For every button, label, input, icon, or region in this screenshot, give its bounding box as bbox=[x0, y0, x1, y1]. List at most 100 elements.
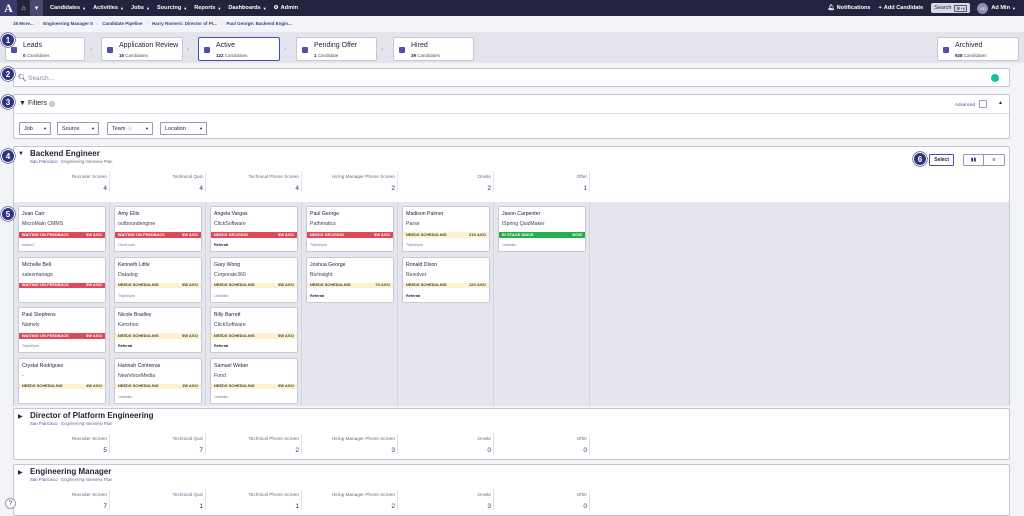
candidate-name: Angela Vargas bbox=[214, 211, 248, 217]
nav-activities[interactable]: Activities ▼ bbox=[93, 5, 124, 11]
stage-count: 1 Candidate bbox=[314, 52, 339, 58]
candidate-card[interactable]: Billy Barrett ClickSoftware NEEDS SCHEDULI… bbox=[210, 307, 298, 353]
candidate-card[interactable]: Ronald Dixon Resolver NEEDS SCHEDULING 12S … bbox=[402, 256, 490, 303]
user-menu[interactable]: Ad Min ▼ bbox=[991, 5, 1016, 11]
stage-hired[interactable]: Hired 39 Candidates bbox=[393, 37, 474, 61]
app-logo[interactable]: A bbox=[0, 0, 17, 16]
candidate-name: Samuel Weber bbox=[214, 362, 249, 369]
nav-reports[interactable]: Reports ▼ bbox=[194, 5, 221, 11]
breadcrumb-item[interactable]: 16 More... bbox=[13, 21, 34, 26]
stage-application-review[interactable]: Application Review 15 Candidates bbox=[101, 37, 183, 61]
stage-count[interactable]: 5 bbox=[14, 447, 107, 454]
candidate-card[interactable]: Kenneth Little Datadog NEEDS SCHEDULING 5W … bbox=[114, 256, 202, 303]
candidate-card[interactable]: Joshua George BizInsight NEEDS SCHEDULING 7… bbox=[306, 256, 394, 303]
avatar[interactable]: AD bbox=[977, 2, 989, 14]
stage-count[interactable]: 4 bbox=[206, 185, 299, 192]
candidate-card[interactable]: Gary Wong Corporate360 NEEDS SCHEDULING 5W … bbox=[210, 256, 298, 303]
job-title[interactable]: Engineering Manager bbox=[30, 467, 111, 476]
job-title[interactable]: Backend Engineer bbox=[30, 149, 100, 158]
candidate-card[interactable]: Samuel Weber Fond NEEDS SCHEDULING 5W AGO Li… bbox=[210, 357, 298, 404]
candidate-card[interactable]: Madison Palmer Parse NEEDS SCHEDULING 21S A… bbox=[402, 206, 490, 252]
stage-count[interactable]: 2 bbox=[206, 447, 299, 454]
stage-count[interactable]: 1 bbox=[110, 503, 203, 510]
chevron-down-icon: ▼ bbox=[217, 5, 222, 11]
breadcrumb-item[interactable]: Engineering Manager II bbox=[43, 21, 93, 26]
stage-count[interactable]: 4 bbox=[14, 185, 107, 192]
chevron-down-icon: ▼ bbox=[146, 5, 150, 11]
location-filter-dropdown[interactable]: Location ▼ bbox=[160, 122, 207, 135]
add-candidate-button[interactable]: + Add Candidate bbox=[879, 5, 924, 11]
candidate-card[interactable]: Paul Stephens Namely WAITING ON FEEDBACK 5W… bbox=[18, 307, 106, 353]
stage-count[interactable]: 2 bbox=[302, 503, 395, 510]
notifications-button[interactable]: 🔔︎ Notifications bbox=[828, 5, 871, 11]
job-subtitle: San Francisco · Engineering Interview Pl… bbox=[30, 159, 113, 164]
nav-candidates[interactable]: Candidates ▼ bbox=[50, 5, 86, 11]
advanced-toggle[interactable]: Advanced bbox=[955, 100, 987, 108]
stage-count[interactable]: 2 bbox=[398, 185, 491, 192]
candidate-card[interactable]: Hannah Contreras NewVoiceMedia NEEDS SCHED… bbox=[114, 357, 202, 404]
global-search-button[interactable]: Search ⌘+K bbox=[931, 3, 971, 13]
stage-columns: Recruiter Screen 4 Technical Quiz 4 Techni… bbox=[14, 171, 1011, 192]
board-column: Amy Ellis outboundengine WAITING ON FEEDBA… bbox=[110, 202, 206, 406]
breadcrumb-item[interactable]: Paul George: Backend Engin... bbox=[226, 21, 292, 26]
candidate-card[interactable]: Michelle Bell salesmanago WAITING ON FEEDB… bbox=[18, 256, 106, 303]
caret-right-icon[interactable]: ▶ bbox=[18, 469, 23, 476]
candidate-name: Michelle Bell bbox=[22, 261, 52, 268]
job-title[interactable]: Director of Platform Engineering bbox=[30, 411, 154, 420]
candidate-card[interactable]: Amy Ellis outboundengine WAITING ON FEEDBA… bbox=[114, 206, 202, 252]
candidate-card[interactable]: Jason Carpenter iSpring QuizMaker IN STAGE… bbox=[498, 206, 586, 252]
nav-admin[interactable]: ⚙ Admin bbox=[274, 5, 298, 11]
info-icon[interactable]: i bbox=[49, 100, 55, 107]
stage-leads[interactable]: Leads 0 Candidates bbox=[5, 37, 85, 61]
candidate-card[interactable]: Angela Vargas ClickSoftware NEEDS DECISION… bbox=[210, 206, 298, 252]
dropdown-arrow-icon[interactable]: ▾ bbox=[30, 0, 43, 16]
collapse-icon[interactable]: ▲ bbox=[998, 100, 1003, 106]
status-badge: NEEDS SCHEDULING 5W AGO bbox=[115, 333, 201, 339]
candidate-name: Juan Carr bbox=[22, 211, 45, 217]
source-filter-dropdown[interactable]: Source ▼ bbox=[57, 122, 99, 135]
stage-header: Hiring Manager Phone Screen bbox=[331, 174, 395, 179]
nav-dashboards[interactable]: Dashboards ▼ bbox=[228, 5, 266, 11]
breadcrumb-item[interactable]: Harry Romero: Director of Pl... bbox=[152, 21, 217, 26]
candidate-card[interactable]: Paul George Pathmatics NEEDS DECISION 5W AG… bbox=[306, 206, 394, 252]
board-view-icon[interactable]: ▮▮ bbox=[964, 155, 984, 165]
grammarly-icon[interactable] bbox=[991, 74, 999, 82]
candidate-card[interactable]: Crystal Rodriguez - NEEDS SCHEDULING 4W AGO bbox=[18, 357, 106, 404]
home-icon[interactable]: ⌂ bbox=[17, 0, 30, 16]
stage-pending-offer[interactable]: Pending Offer 1 Candidate bbox=[296, 37, 377, 61]
status-age: 1W AGO bbox=[182, 384, 198, 389]
nav-sourcing[interactable]: Sourcing ▼ bbox=[157, 5, 187, 11]
caret-right-icon[interactable]: ▶ bbox=[18, 413, 23, 420]
nav-jobs[interactable]: Jobs ▼ bbox=[131, 5, 150, 11]
stage-count[interactable]: 2 bbox=[302, 185, 395, 192]
stage-count[interactable]: 0 bbox=[494, 503, 587, 510]
candidate-card[interactable]: Juan Carr MicroMain CMMS WAITING ON FEEDBA… bbox=[18, 206, 106, 252]
stage-active[interactable]: Active 122 Candidates bbox=[198, 37, 280, 61]
status-text: NEEDS SCHEDULING bbox=[214, 283, 255, 288]
stage-count[interactable]: 4 bbox=[110, 185, 203, 192]
stage-count[interactable]: 1 bbox=[494, 185, 587, 192]
offer-icon bbox=[302, 47, 308, 53]
advanced-checkbox[interactable] bbox=[979, 100, 987, 108]
stage-count[interactable]: 7 bbox=[14, 503, 107, 510]
stage-count[interactable]: 0 bbox=[398, 447, 491, 454]
breadcrumb-item[interactable]: Candidate Pipeline bbox=[102, 21, 142, 26]
stage-count[interactable]: 3 bbox=[398, 503, 491, 510]
search-panel: 🔍︎ bbox=[13, 68, 1010, 87]
info-icon: ⓘ bbox=[127, 125, 132, 131]
stage-count[interactable]: 3 bbox=[302, 447, 395, 454]
stage-archived[interactable]: Archived 928 Candidates bbox=[937, 37, 1019, 61]
list-view-icon[interactable]: ≡ bbox=[984, 155, 1004, 165]
select-button[interactable]: Select bbox=[929, 154, 954, 166]
help-button[interactable]: ? bbox=[5, 498, 16, 509]
candidate-company: Namely bbox=[22, 322, 40, 328]
candidate-card[interactable]: Nicole Bradley Kenshoo NEEDS SCHEDULING 5W … bbox=[114, 307, 202, 353]
stage-name: Pending Offer bbox=[314, 42, 358, 49]
search-input[interactable] bbox=[28, 72, 928, 84]
stage-count[interactable]: 7 bbox=[110, 447, 203, 454]
team-filter-dropdown[interactable]: Team ⓘ ▼ bbox=[107, 122, 153, 135]
stage-count[interactable]: 0 bbox=[494, 447, 587, 454]
job-filter-dropdown[interactable]: Job ▼ bbox=[19, 122, 51, 135]
stage-count[interactable]: 1 bbox=[206, 503, 299, 510]
caret-down-icon[interactable]: ▼ bbox=[18, 151, 24, 157]
